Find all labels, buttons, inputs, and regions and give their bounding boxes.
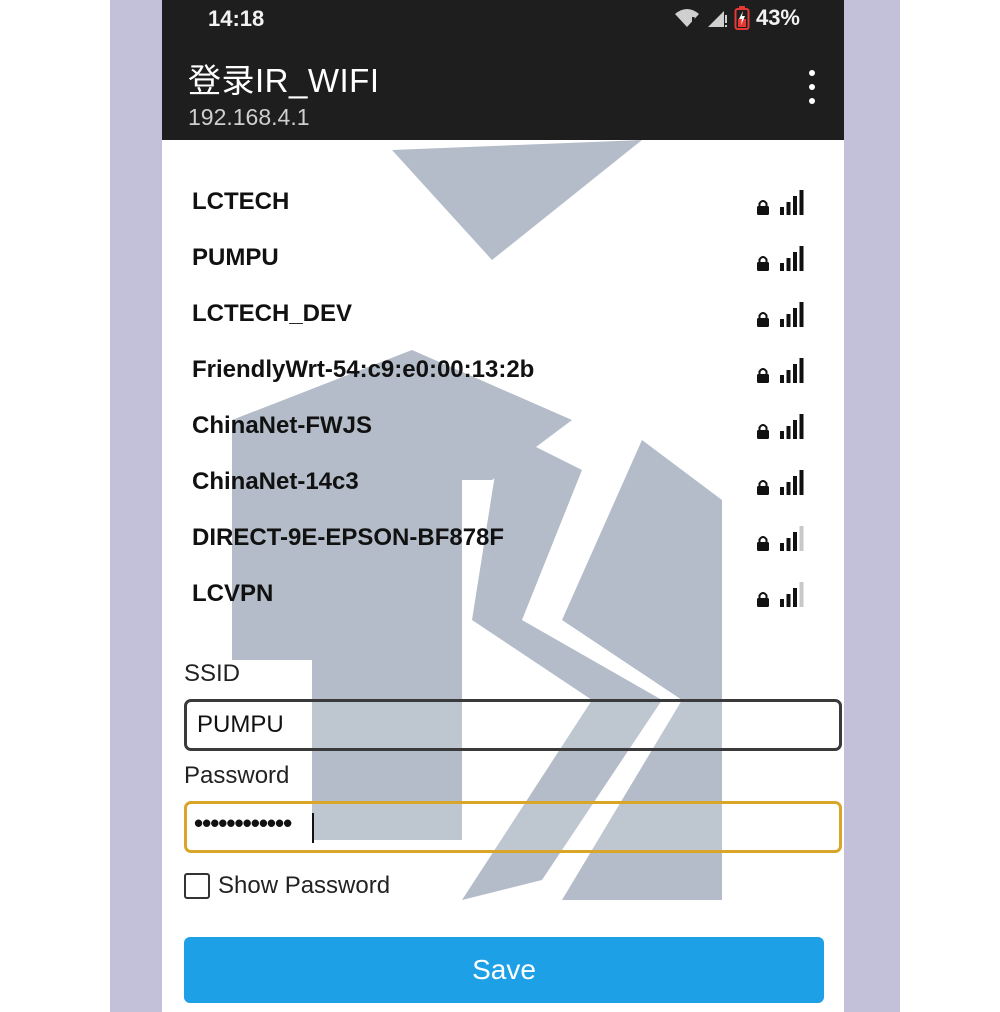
network-ssid: LCTECH: [192, 188, 290, 215]
network-status-icons: [756, 525, 806, 551]
show-password-toggle[interactable]: Show Password: [184, 872, 390, 900]
network-ssid: FriendlyWrt-54:c9:e0:00:13:2b: [192, 356, 535, 383]
signal-strength-icon: [780, 582, 804, 607]
network-status-icons: [756, 581, 806, 607]
signal-strength-icon: [780, 358, 804, 383]
network-ssid: LCTECH_DEV: [192, 300, 353, 327]
signal-strength-icon: [780, 470, 804, 495]
show-password-label: Show Password: [218, 872, 391, 899]
phone-screen: 14:18 43% 登录IR_WIFI 192.168.4.1 LCTECH P…: [162, 0, 844, 1012]
signal-strength-icon: [780, 414, 804, 439]
network-ssid: PUMPU: [192, 244, 279, 271]
network-ssid: ChinaNet-14c3: [192, 468, 359, 495]
network-item[interactable]: DIRECT-9E-EPSON-BF878F: [192, 510, 812, 566]
lock-icon: [757, 312, 769, 327]
ssid-input[interactable]: [184, 699, 842, 751]
status-icons: 43%: [674, 5, 800, 31]
signal-strength-icon: [780, 526, 804, 551]
battery-percent: 43%: [755, 5, 800, 30]
lock-icon: [757, 536, 769, 551]
network-item[interactable]: ChinaNet-14c3: [192, 454, 812, 510]
lock-icon: [757, 592, 769, 607]
network-status-icons: [756, 413, 806, 439]
password-masked-value: ••••••••••••: [194, 808, 292, 838]
background-right: [844, 0, 900, 1012]
wifi-icon: [674, 9, 699, 27]
network-ssid: ChinaNet-FWJS: [192, 412, 372, 439]
lock-icon: [757, 424, 769, 439]
signal-strength-icon: [780, 190, 804, 215]
network-item[interactable]: FriendlyWrt-54:c9:e0:00:13:2b: [192, 342, 812, 398]
network-ssid: DIRECT-9E-EPSON-BF878F: [192, 524, 505, 551]
network-item[interactable]: LCVPN: [192, 566, 812, 622]
network-item[interactable]: LCTECH: [192, 174, 812, 230]
status-bar: 14:18 43%: [162, 0, 844, 38]
battery-icon: [734, 6, 750, 30]
save-button[interactable]: Save: [184, 937, 824, 1003]
network-list: LCTECH PUMPU LCTECH_DEV FriendlyWrt-54:c9:e…: [192, 174, 812, 622]
network-status-icons: [756, 469, 806, 495]
network-status-icons: [756, 245, 806, 271]
ssid-label: SSID: [184, 660, 241, 687]
lock-icon: [757, 200, 769, 215]
page-subtitle: 192.168.4.1: [188, 104, 310, 130]
lock-icon: [757, 368, 769, 383]
show-password-checkbox[interactable]: [184, 873, 210, 899]
lock-icon: [757, 256, 769, 271]
background-left: [110, 0, 162, 1012]
signal-strength-icon: [780, 302, 804, 327]
cell-signal-icon: [707, 11, 727, 27]
app-bar: 14:18 43% 登录IR_WIFI 192.168.4.1: [162, 0, 844, 140]
network-item[interactable]: LCTECH_DEV: [192, 286, 812, 342]
lock-icon: [757, 480, 769, 495]
network-item[interactable]: ChinaNet-FWJS: [192, 398, 812, 454]
password-label: Password: [184, 762, 290, 789]
text-caret: [312, 813, 314, 843]
more-vert-icon[interactable]: [806, 70, 818, 104]
network-status-icons: [756, 357, 806, 383]
status-time: 14:18: [208, 6, 265, 31]
network-item[interactable]: PUMPU: [192, 230, 812, 286]
signal-strength-icon: [780, 246, 804, 271]
page-title: 登录IR_WIFI: [188, 62, 380, 99]
network-status-icons: [756, 301, 806, 327]
network-status-icons: [756, 189, 806, 215]
network-ssid: LCVPN: [192, 580, 274, 607]
